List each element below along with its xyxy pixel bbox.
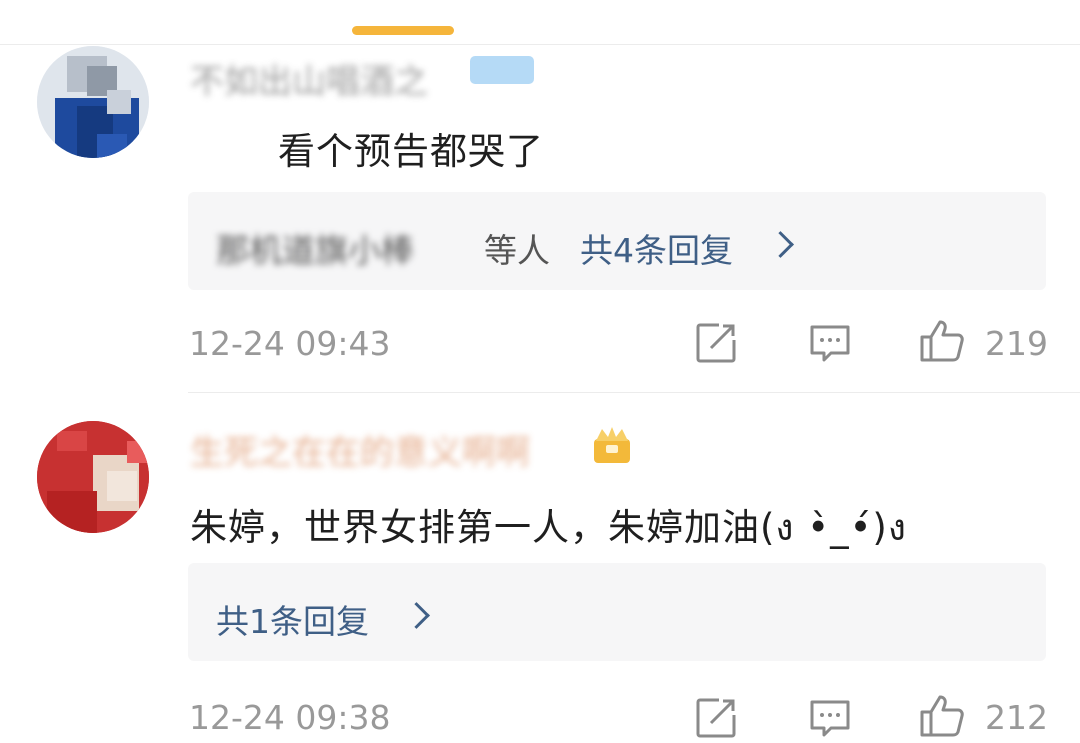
reply-suffix: 等人 [484, 231, 550, 270]
comment-text: 看个预告都哭了 [278, 130, 544, 173]
vip-badge-icon [470, 56, 534, 84]
like-count: 212 [985, 698, 1048, 737]
timestamp: 12-24 09:38 [189, 698, 391, 737]
like-icon[interactable] [918, 691, 968, 741]
share-icon[interactable] [693, 320, 739, 366]
comment-text: 朱婷，世界女排第一人，朱婷加油(ง •̀_•́)ง [190, 506, 907, 549]
username[interactable]: 生死之在在的意义啊啊 [190, 425, 530, 474]
avatar[interactable] [37, 46, 149, 158]
vip-badge-icon [594, 427, 630, 463]
comment-icon[interactable] [807, 695, 853, 741]
reply-count[interactable]: 共4条回复 [580, 224, 733, 272]
share-icon[interactable] [693, 695, 739, 741]
avatar[interactable] [37, 421, 149, 533]
chevron-right-icon [403, 602, 430, 629]
timestamp: 12-24 09:43 [189, 324, 391, 363]
chevron-right-icon [767, 231, 794, 258]
username[interactable]: 不如出山唱酒之 [190, 54, 428, 103]
reply-count[interactable]: 共1条回复 [216, 595, 369, 643]
reply-box[interactable]: 共1条回复 [188, 563, 1046, 661]
like-count: 219 [985, 324, 1048, 363]
reply-names: 那机道旗小棒 [216, 231, 414, 270]
like-icon[interactable] [918, 316, 968, 366]
reply-box[interactable]: 那机道旗小棒 等人 共4条回复 [188, 192, 1046, 290]
comment-item: 不如出山唱酒之 看个预告都哭了 那机道旗小棒 等人 共4条回复 12-24 09… [0, 0, 1080, 390]
comment-icon[interactable] [807, 320, 853, 366]
comment-item: 生死之在在的意义啊啊 朱婷，世界女排第一人，朱婷加油(ง •̀_•́)ง 共1条… [0, 393, 1080, 743]
